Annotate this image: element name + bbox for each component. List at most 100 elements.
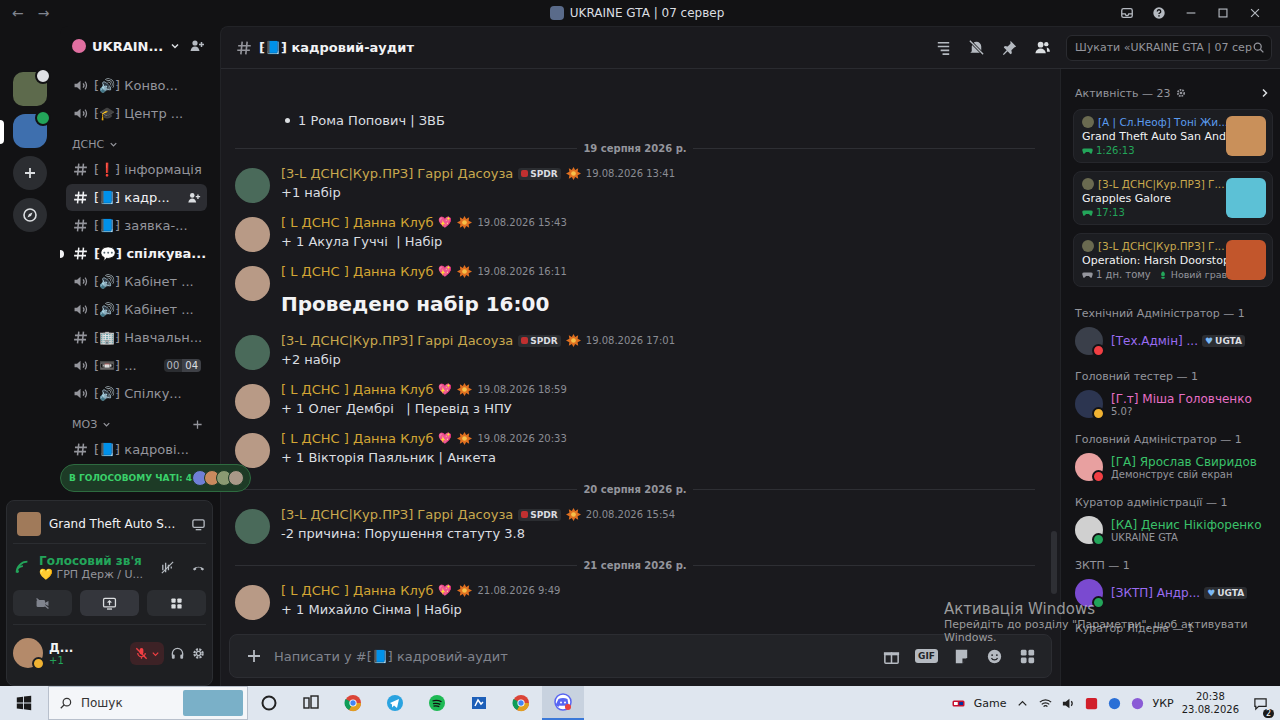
microphone-button[interactable] bbox=[130, 642, 164, 665]
message[interactable]: [ L ДСНС ] Данна Клуб 💖 19.08.2026 15:43… bbox=[221, 207, 1051, 256]
author-avatar[interactable] bbox=[235, 509, 270, 544]
channel-item[interactable]: ⁅🔊⁆ Спілку... bbox=[66, 380, 207, 407]
taskbar-search[interactable]: Пошук bbox=[48, 686, 248, 720]
guild-tag[interactable]: SPDR bbox=[518, 168, 560, 180]
author-avatar[interactable] bbox=[235, 384, 270, 419]
wifi-icon[interactable] bbox=[1038, 696, 1053, 711]
taskbar-app[interactable] bbox=[542, 686, 584, 720]
taskbar-app[interactable] bbox=[500, 686, 542, 720]
channel-item[interactable]: ⁅🏢⁆ Навчальн... bbox=[66, 324, 207, 351]
channel-item[interactable]: ⁅📼⁆ ... 0004 bbox=[66, 352, 207, 379]
channel-item[interactable]: ⁅💬⁆ спілкува... bbox=[66, 240, 207, 267]
tray-app-icon[interactable] bbox=[1084, 696, 1099, 711]
close-icon[interactable] bbox=[1248, 6, 1262, 20]
threads-icon[interactable] bbox=[934, 38, 953, 57]
current-user[interactable]: Д... +1 bbox=[13, 625, 206, 681]
chevron-right-icon[interactable] bbox=[1259, 87, 1271, 99]
channel-item[interactable]: ⁅❗⁆ інформація bbox=[66, 156, 207, 183]
author-avatar[interactable] bbox=[235, 266, 270, 301]
message[interactable]: [ L ДСНС ] Данна Клуб 💖 19.08.2026 18:59… bbox=[221, 374, 1051, 423]
activity-row[interactable]: Grand Theft Auto S... bbox=[13, 505, 206, 544]
chevron-up-icon[interactable] bbox=[1015, 696, 1030, 711]
member-item[interactable]: [Г.т] Міша Головченко 5.0? bbox=[1073, 387, 1273, 421]
message[interactable]: [3-L ДСНС|Кур.ПРЗ] Гаррі Дасоуза SPDR 20… bbox=[221, 499, 1051, 548]
author-avatar[interactable] bbox=[235, 168, 270, 203]
maximize-icon[interactable] bbox=[1216, 6, 1230, 20]
activity-card[interactable]: [3-L ДСНС|Кур.ПРЗ] Г... Operation: Harsh… bbox=[1073, 233, 1273, 287]
members-icon[interactable] bbox=[1033, 38, 1052, 57]
server-header[interactable]: UKRAIN... bbox=[60, 26, 213, 66]
guild-tag[interactable]: SPDR bbox=[518, 335, 560, 347]
nav-arrow[interactable]: → bbox=[38, 5, 50, 21]
message[interactable]: [3-L ДСНС|Кур.ПРЗ] Гаррі Дасоуза SPDR 19… bbox=[221, 158, 1051, 207]
author-avatar[interactable] bbox=[235, 335, 270, 370]
author-name[interactable]: [ L ДСНС ] Данна Клуб bbox=[281, 382, 433, 397]
scrollbar[interactable] bbox=[1051, 69, 1057, 594]
language-indicator[interactable]: УКР bbox=[1153, 697, 1174, 710]
tray-game-label[interactable]: Game bbox=[974, 697, 1007, 710]
attach-icon[interactable] bbox=[244, 646, 264, 666]
message[interactable]: [ L ДСНС ] Данна Клуб 💖 21.08.2026 9:49 … bbox=[221, 575, 1051, 624]
author-name[interactable]: [ L ДСНС ] Данна Клуб bbox=[281, 431, 433, 446]
emoji-icon[interactable] bbox=[985, 647, 1004, 666]
channel-item[interactable]: ⁅🔊⁆ Кабінет ... bbox=[66, 296, 207, 323]
taskbar-app[interactable] bbox=[458, 686, 500, 720]
clock[interactable]: 20:38 23.08.2026 bbox=[1182, 690, 1239, 716]
noise-suppression-icon[interactable] bbox=[160, 560, 175, 575]
stream-icon[interactable] bbox=[191, 517, 206, 532]
plus-icon[interactable] bbox=[192, 419, 203, 430]
settings-gear-icon[interactable] bbox=[191, 646, 206, 661]
activities-button[interactable] bbox=[147, 590, 206, 616]
author-avatar[interactable] bbox=[235, 217, 270, 252]
apps-icon[interactable] bbox=[1018, 647, 1037, 666]
channel-item[interactable]: ⁅🔊⁆ Конво... bbox=[66, 72, 207, 99]
taskbar-app[interactable] bbox=[248, 686, 290, 720]
member-item[interactable]: [ЗКТП] Андр... ♥UGTA bbox=[1073, 576, 1273, 610]
activity-card[interactable]: [3-L ДСНС|Кур.ПРЗ] Г... Grapples Galore … bbox=[1073, 171, 1273, 225]
message[interactable]: [ L ДСНС ] Данна Клуб 💖 19.08.2026 20:33… bbox=[221, 423, 1051, 472]
headset-icon[interactable] bbox=[170, 646, 185, 661]
tray-app-icon[interactable] bbox=[1107, 696, 1122, 711]
member-item[interactable]: [ГА] Ярослав Свиридов Демонструє свій ек… bbox=[1073, 450, 1273, 484]
gift-icon[interactable] bbox=[882, 647, 901, 666]
notification-center[interactable]: 2 bbox=[1247, 696, 1274, 711]
pin-icon[interactable] bbox=[1000, 38, 1019, 57]
sticker-icon[interactable] bbox=[952, 647, 971, 666]
taskbar-app[interactable] bbox=[374, 686, 416, 720]
activity-card[interactable]: [A | Сл.Неоф] Тоні Жи... Grand Theft Aut… bbox=[1073, 109, 1273, 163]
server-icon[interactable] bbox=[13, 72, 47, 106]
member-item[interactable]: [Тех.Адмін] ... ♥UGTA bbox=[1073, 324, 1273, 358]
invite-icon[interactable] bbox=[189, 38, 205, 54]
author-name[interactable]: [ L ДСНС ] Данна Клуб bbox=[281, 264, 433, 279]
member-item[interactable]: [КА] Денис Нікіфоренко UKRAINE GTA bbox=[1073, 513, 1273, 547]
minimize-icon[interactable] bbox=[1184, 6, 1198, 20]
search-field[interactable]: Шукати «UKRAINE GTA | 07 сер bbox=[1066, 35, 1272, 61]
channel-item[interactable]: ⁅📘⁆ заявка-... bbox=[66, 212, 207, 239]
tray-app-icon[interactable] bbox=[1130, 696, 1145, 711]
gear-icon[interactable] bbox=[1175, 87, 1187, 99]
taskbar-app[interactable] bbox=[290, 686, 332, 720]
inbox-icon[interactable] bbox=[1120, 6, 1134, 20]
message[interactable]: [ L ДСНС ] Данна Клуб 💖 19.08.2026 16:11… bbox=[221, 256, 1051, 325]
guild-tag[interactable]: SPDR bbox=[518, 509, 560, 521]
camera-button[interactable] bbox=[13, 590, 72, 616]
server-icon[interactable] bbox=[13, 114, 47, 148]
author-avatar[interactable] bbox=[235, 433, 270, 468]
taskbar-app[interactable] bbox=[332, 686, 374, 720]
scroll-thumb[interactable] bbox=[1051, 531, 1057, 594]
nav-arrow[interactable]: ← bbox=[12, 5, 24, 21]
message[interactable]: [3-L ДСНС|Кур.ПРЗ] Гаррі Дасоуза SPDR 19… bbox=[221, 325, 1051, 374]
author-name[interactable]: [ L ДСНС ] Данна Клуб bbox=[281, 583, 433, 598]
help-icon[interactable] bbox=[1152, 6, 1166, 20]
notifications-muted-icon[interactable] bbox=[967, 38, 986, 57]
disconnect-icon[interactable] bbox=[191, 560, 206, 575]
message-input[interactable]: Написати у #⁅📘⁆ кадровий-аудит GIF bbox=[229, 634, 1052, 678]
author-name[interactable]: [3-L ДСНС|Кур.ПРЗ] Гаррі Дасоуза bbox=[281, 333, 513, 348]
channel-category[interactable]: МОЗ bbox=[66, 408, 207, 435]
windows-start-icon[interactable] bbox=[0, 694, 48, 712]
channel-item[interactable]: ⁅🎓⁆ Центр ... bbox=[66, 100, 207, 127]
voice-chat-pill[interactable]: В ГОЛОСОВОМУ ЧАТІ: 4 bbox=[60, 464, 251, 492]
channel-category[interactable]: ДСНС bbox=[66, 128, 207, 155]
screen-button[interactable] bbox=[80, 590, 139, 616]
explore-button[interactable] bbox=[13, 198, 47, 232]
